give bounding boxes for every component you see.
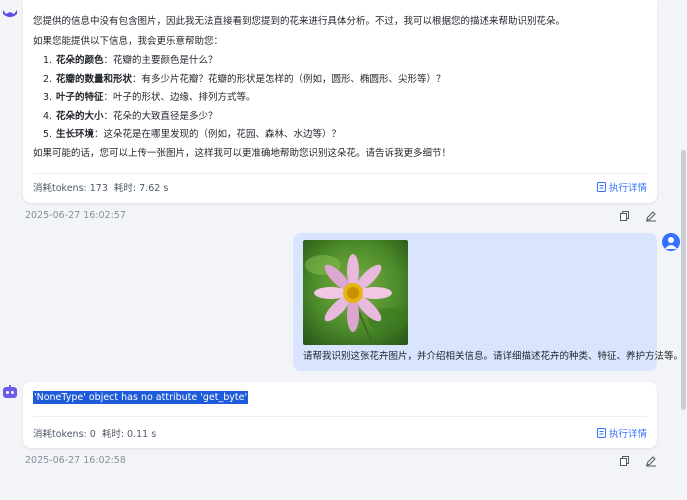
list-item: 4. 花朵的大小：花朵的大致直径是多少？: [43, 110, 218, 122]
document-icon: [596, 182, 606, 192]
list-item: 3. 叶子的特征：叶子的形状、边缘、排列方式等。: [43, 92, 256, 103]
info-list: 1. 花朵的颜色：花瓣的主要颜色是什么？ 2. 花瓣的数量和形状：有多少片花瓣？…: [43, 52, 446, 145]
message-timestamp: 2025-06-27 16:02:58: [25, 455, 126, 466]
message-timestamp: 2025-06-27 16:02:57: [25, 210, 126, 221]
copy-icon[interactable]: [619, 210, 631, 222]
execution-detail-link[interactable]: 执行详情: [596, 426, 647, 440]
document-icon: [596, 428, 606, 438]
list-item: 5. 生长环境：这朵花是在哪里发现的（例如，花园、森林、水边等）？: [43, 129, 342, 140]
ai-avatar-icon: [2, 10, 18, 24]
copy-icon[interactable]: [619, 455, 631, 467]
ai-message-intro: 您提供的信息中没有包含图片，因此我无法直接看到您提到的花来进行具体分析。不过，我…: [33, 16, 566, 27]
token-usage: 消耗tokens: 173 耗时: 7.62 s: [33, 183, 169, 194]
flower-image[interactable]: [303, 240, 408, 345]
list-item: 1. 花朵的颜色：花瓣的主要颜色是什么？: [43, 55, 218, 66]
ai-error-card: 'NoneType' object has no attribute 'get_…: [23, 382, 657, 448]
user-message-text: 请帮我识别这张花卉图片，并介绍相关信息。请详细描述花卉的种类、特征、养护方法等。: [303, 351, 684, 362]
error-message: 'NoneType' object has no attribute 'get_…: [33, 391, 249, 404]
user-avatar: [662, 233, 680, 251]
edit-icon[interactable]: [645, 210, 657, 222]
list-item: 2. 花瓣的数量和形状：有多少片花瓣？花瓣的形状是怎样的（例如，圆形、椭圆形、尖…: [43, 73, 446, 85]
scrollbar-thumb[interactable]: [681, 150, 686, 410]
user-message-card: 请帮我识别这张花卉图片，并介绍相关信息。请详细描述花卉的种类、特征、养护方法等。: [293, 233, 683, 371]
edit-icon[interactable]: [645, 455, 657, 467]
robot-icon: [2, 385, 18, 399]
divider: [33, 416, 647, 417]
chat-page: 您提供的信息中没有包含图片，因此我无法直接看到您提到的花来进行具体分析。不过，我…: [0, 0, 687, 500]
ai-message-lead: 如果您能提供以下信息，我会更乐意帮助您：: [33, 36, 224, 47]
divider: [33, 173, 647, 174]
ai-message-card: 您提供的信息中没有包含图片，因此我无法直接看到您提到的花来进行具体分析。不过，我…: [23, 0, 657, 203]
token-usage: 消耗tokens: 0 耗时: 0.11 s: [33, 429, 157, 440]
user-icon: [665, 237, 677, 249]
ai-message-outro: 如果可能的话，您可以上传一张图片，这样我可以更准确地帮助您识别这朵花。请告诉我更…: [33, 148, 452, 159]
execution-detail-link[interactable]: 执行详情: [596, 180, 647, 194]
